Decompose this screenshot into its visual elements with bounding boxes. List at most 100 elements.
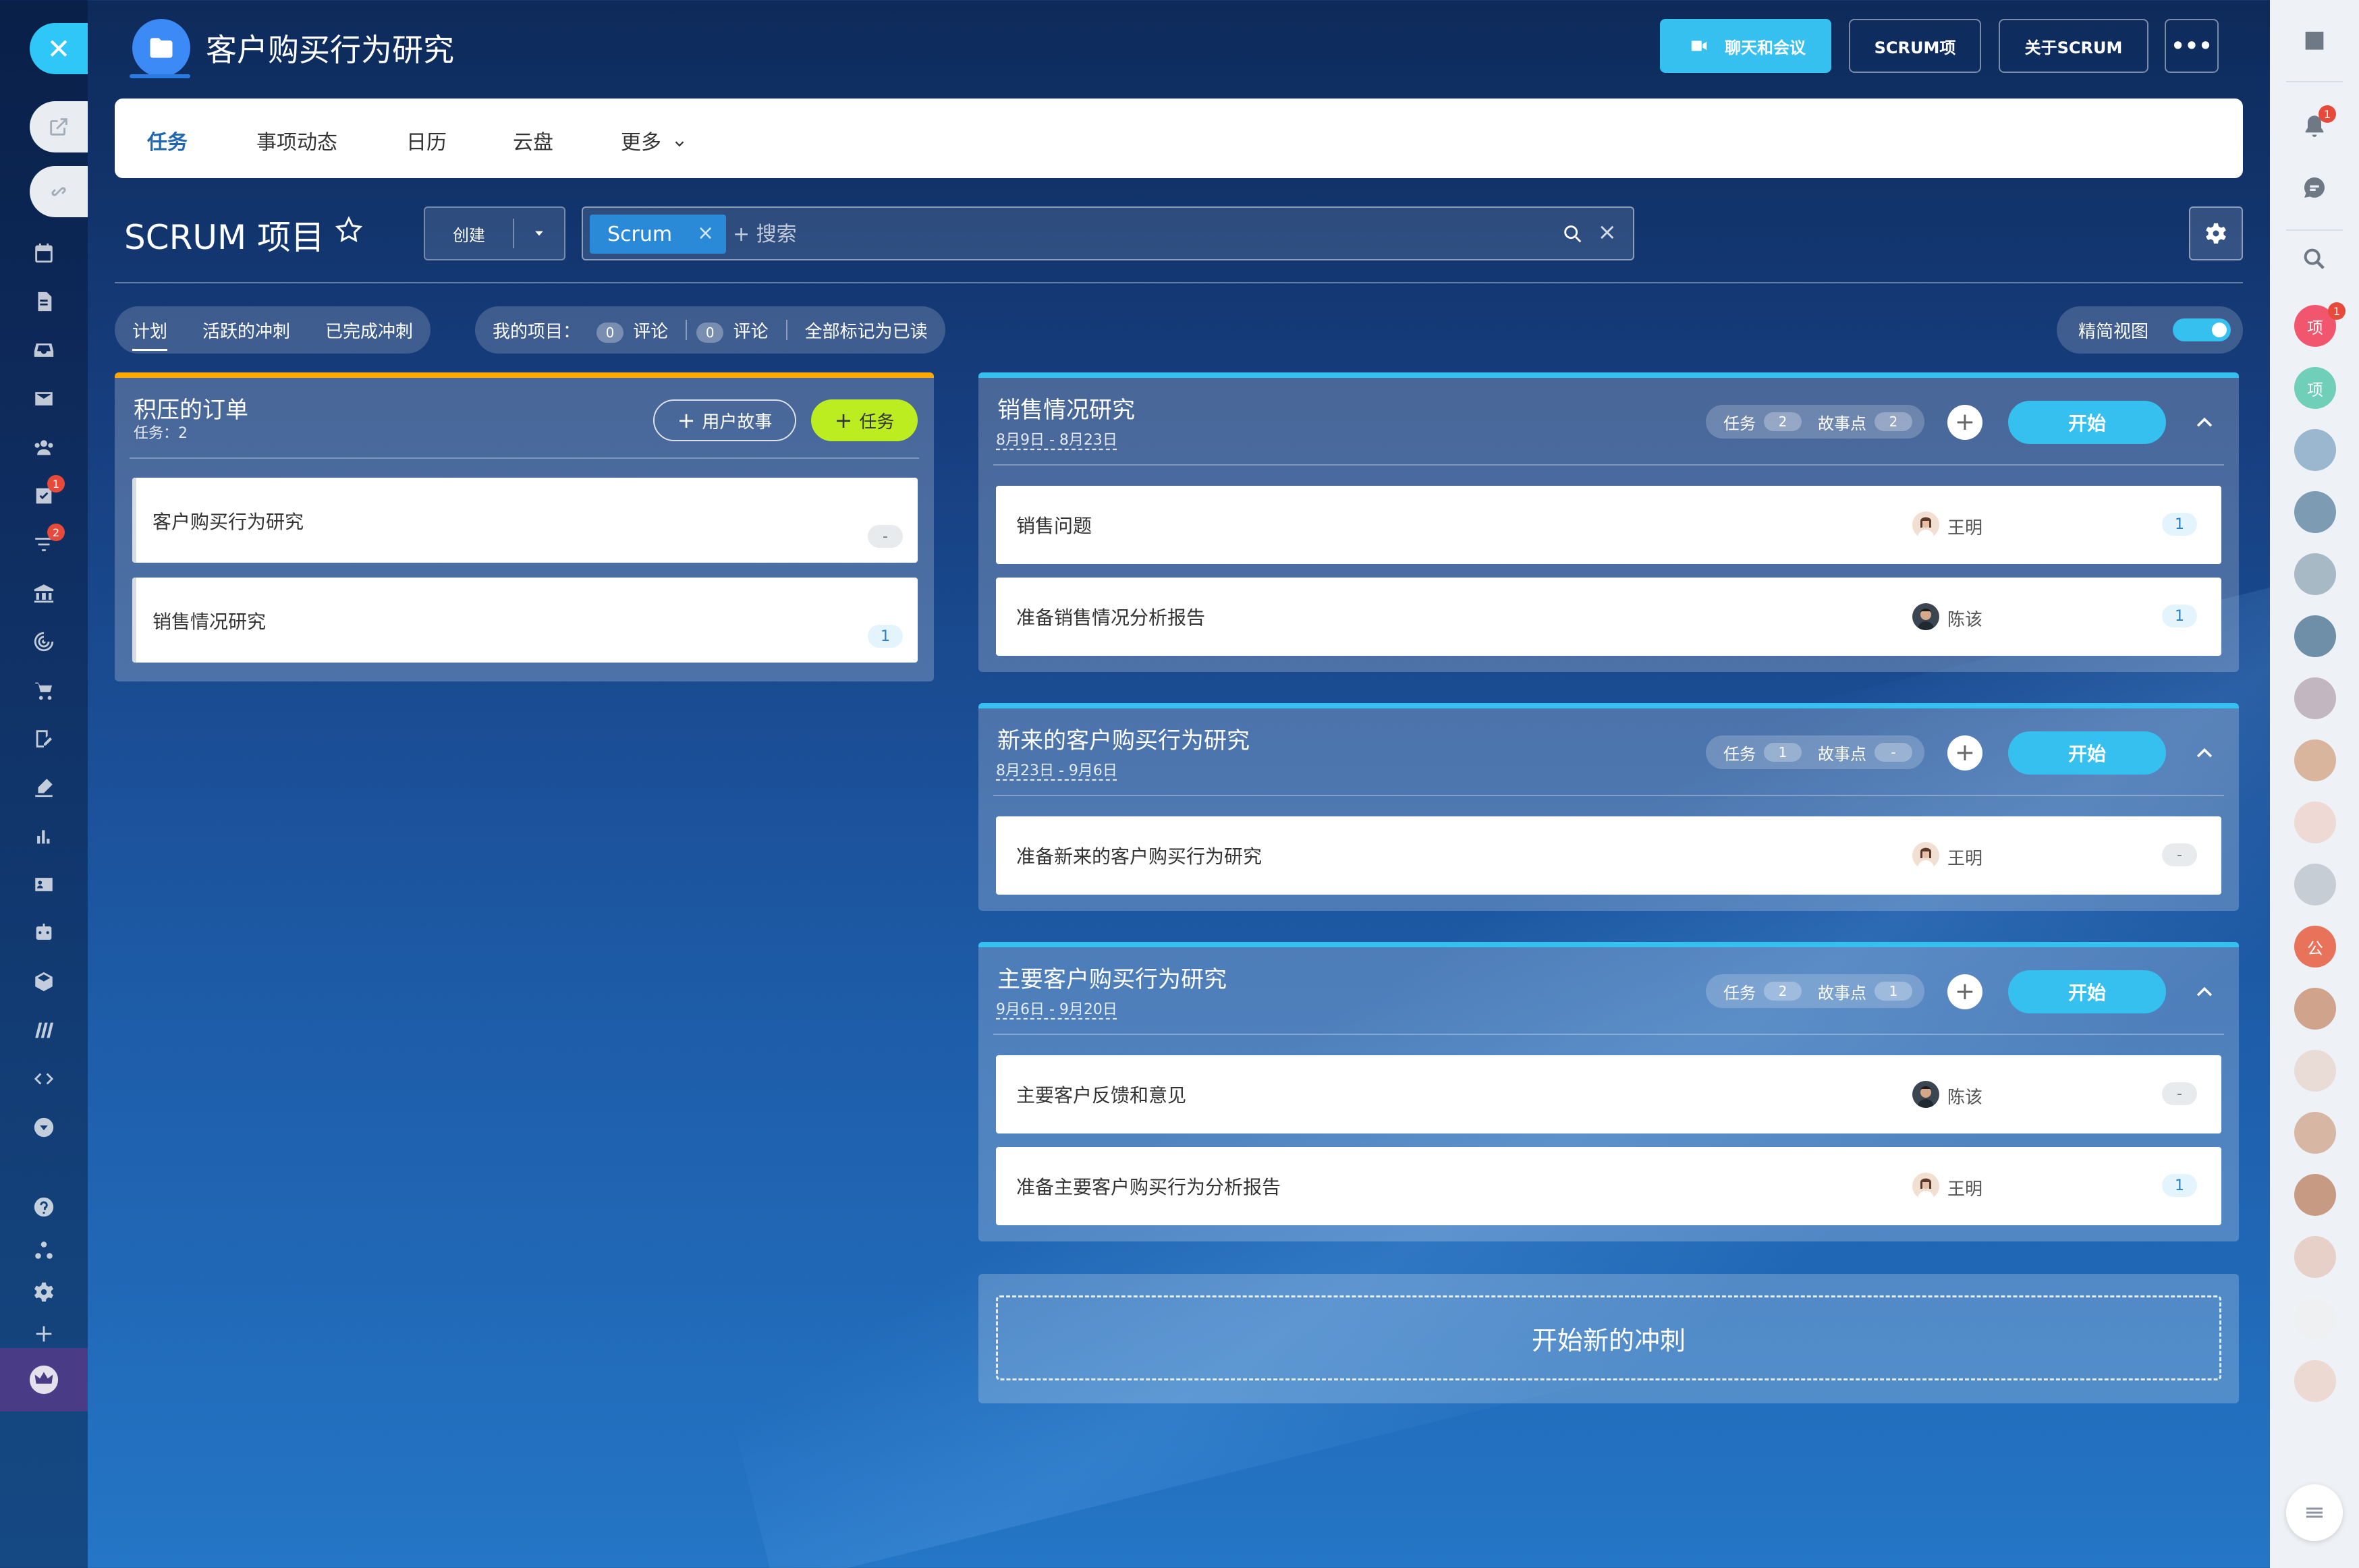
close-slider-button[interactable]: ✕: [30, 23, 88, 74]
settings-icon[interactable]: [27, 1275, 61, 1309]
user-avatar[interactable]: [2294, 739, 2336, 781]
mark-all-read-link[interactable]: 全部标记为已读: [787, 318, 945, 343]
user-avatar[interactable]: [2294, 1112, 2336, 1154]
start-sprint-button[interactable]: 开始: [2008, 731, 2166, 775]
more-options-button[interactable]: •••: [2165, 19, 2219, 73]
start-sprint-button[interactable]: 开始: [2008, 970, 2166, 1013]
assignee-avatar: [1912, 603, 1939, 630]
analytics-icon[interactable]: [27, 819, 61, 853]
sprint-item[interactable]: 销售问题 王明 1: [996, 486, 2221, 564]
mail-icon[interactable]: [27, 382, 61, 416]
chat-icon[interactable]: [2296, 169, 2333, 206]
sprint-dates[interactable]: 9月6日 - 9月20日: [996, 997, 1117, 1019]
tab-calendar[interactable]: 日历: [406, 125, 447, 155]
gear-icon: [2206, 223, 2226, 244]
compact-view-toggle[interactable]: [2173, 318, 2231, 341]
add-to-sprint-button[interactable]: +: [1947, 405, 1982, 440]
copy-link-icon[interactable]: [30, 166, 88, 217]
edit-doc-icon[interactable]: [27, 722, 61, 756]
view-completed-sprints[interactable]: 已完成冲刺: [308, 318, 431, 343]
caret-down-icon[interactable]: [514, 227, 564, 240]
scrum-items-button[interactable]: SCRUM项: [1849, 19, 1981, 73]
bell-icon[interactable]: 1: [2296, 105, 2336, 146]
comments-filter-1[interactable]: 0 评论: [587, 318, 686, 343]
user-avatar[interactable]: [2294, 802, 2336, 843]
start-sprint-button[interactable]: 开始: [2008, 401, 2166, 444]
group-avatar[interactable]: [2294, 615, 2336, 657]
box-icon[interactable]: [27, 965, 61, 999]
sprint-item[interactable]: 准备新来的客户购买行为研究 王明 -: [996, 816, 2221, 895]
chevron-up-icon[interactable]: [2193, 981, 2216, 1004]
target-icon[interactable]: [27, 625, 61, 659]
add-user-story-button[interactable]: + 用户故事: [653, 399, 796, 441]
user-avatar[interactable]: [2294, 1050, 2336, 1092]
sprint-item[interactable]: 准备销售情况分析报告 陈该 1: [996, 578, 2221, 656]
tab-more[interactable]: 更多: [621, 125, 687, 155]
star-icon[interactable]: [333, 215, 364, 246]
add-icon[interactable]: [27, 1317, 61, 1351]
tab-tasks[interactable]: 任务: [147, 125, 188, 155]
tab-activity[interactable]: 事项动态: [256, 125, 337, 155]
sprint-dates[interactable]: 8月23日 - 9月6日: [996, 758, 1117, 780]
sprint-item[interactable]: 主要客户反馈和意见 陈该 -: [996, 1055, 2221, 1133]
chevron-up-icon[interactable]: [2193, 742, 2216, 765]
search-icon[interactable]: [2296, 240, 2333, 278]
project-avatar[interactable]: 项: [2294, 367, 2336, 409]
compact-view-switch[interactable]: 精简视图: [2057, 306, 2243, 354]
add-to-sprint-button[interactable]: +: [1947, 735, 1982, 771]
add-to-sprint-button[interactable]: +: [1947, 974, 1982, 1009]
contacts-icon[interactable]: [27, 868, 61, 901]
code-icon[interactable]: [27, 1062, 61, 1096]
user-avatar[interactable]: [2294, 1236, 2336, 1278]
group-avatar[interactable]: [2294, 677, 2336, 719]
sprint-dates[interactable]: 8月9日 - 8月23日: [996, 428, 1117, 449]
tasks-icon[interactable]: 1: [27, 475, 65, 513]
board-settings-button[interactable]: [2189, 206, 2243, 260]
backlog-item[interactable]: 客户购买行为研究 -: [132, 478, 918, 563]
sprint-item[interactable]: 准备主要客户购买行为分析报告 王明 1: [996, 1147, 2221, 1225]
about-scrum-button[interactable]: 关于SCRUM: [1999, 19, 2148, 73]
robot-icon[interactable]: [27, 916, 61, 950]
user-avatar[interactable]: [2294, 1174, 2336, 1216]
calendar-icon[interactable]: [27, 236, 61, 270]
add-task-button[interactable]: + 任务: [811, 399, 918, 441]
comments-filter-2[interactable]: 0 评论: [687, 318, 785, 343]
more-down-icon[interactable]: [27, 1111, 61, 1144]
search-icon[interactable]: [1561, 223, 1584, 246]
filter-icon[interactable]: 2: [27, 524, 65, 561]
clear-search-icon[interactable]: ×: [1598, 219, 1617, 246]
help-icon[interactable]: [27, 1190, 61, 1224]
filter-chip-scrum[interactable]: Scrum ×: [590, 215, 727, 254]
chat-meeting-button[interactable]: 聊天和会议: [1660, 19, 1831, 73]
cart-icon[interactable]: [27, 673, 61, 707]
user-avatar[interactable]: [2294, 864, 2336, 905]
stripes-icon[interactable]: [27, 1013, 61, 1047]
crown-icon[interactable]: [0, 1348, 88, 1411]
structure-icon[interactable]: [27, 1233, 61, 1267]
backlog-item[interactable]: 销售情况研究 1: [132, 578, 918, 663]
group-avatar[interactable]: [2294, 491, 2336, 533]
user-avatar[interactable]: [2294, 988, 2336, 1030]
user-avatar[interactable]: [2294, 1360, 2336, 1402]
open-in-new-window-icon[interactable]: [30, 101, 88, 152]
group-avatar[interactable]: [2294, 553, 2336, 595]
user-avatar[interactable]: [2294, 1298, 2336, 1340]
view-plan[interactable]: 计划: [115, 318, 185, 351]
search-input[interactable]: [733, 215, 1475, 254]
org-avatar[interactable]: 公: [2294, 926, 2336, 968]
groups-icon[interactable]: [27, 430, 61, 464]
view-active-sprint[interactable]: 活跃的冲刺: [185, 318, 308, 343]
tab-drive[interactable]: 云盘: [513, 125, 553, 155]
inbox-icon[interactable]: [27, 333, 61, 367]
document-icon[interactable]: [27, 285, 61, 318]
menu-icon[interactable]: [2286, 1484, 2343, 1541]
chevron-up-icon[interactable]: [2193, 412, 2216, 435]
chip-remove-icon[interactable]: ×: [697, 221, 714, 245]
help-icon[interactable]: [2296, 23, 2333, 61]
company-icon[interactable]: [27, 576, 61, 610]
signature-icon[interactable]: [27, 771, 61, 804]
start-new-sprint-button[interactable]: 开始新的冲刺: [996, 1295, 2221, 1380]
group-avatar[interactable]: [2294, 429, 2336, 471]
video-camera-icon: [1691, 40, 1707, 51]
create-button[interactable]: 创建: [424, 206, 565, 260]
